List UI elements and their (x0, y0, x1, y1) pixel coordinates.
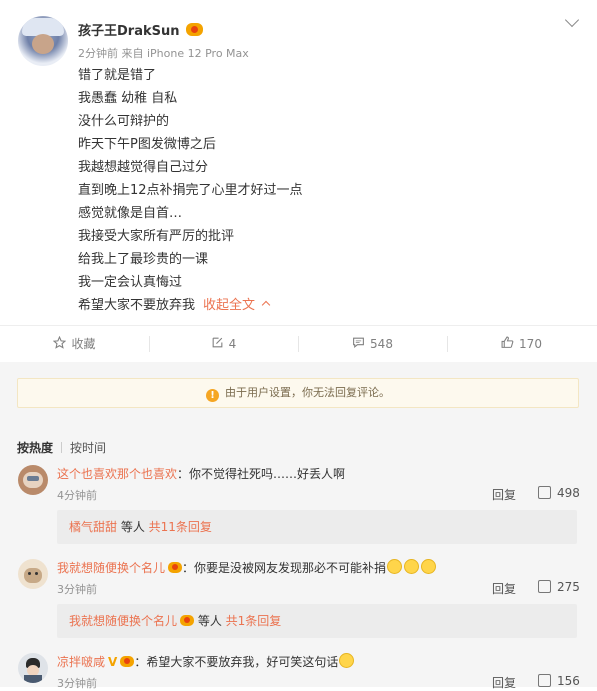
like-count: 170 (519, 337, 542, 351)
reply-button[interactable]: 回复 (492, 580, 516, 597)
like-button[interactable]: 170 (447, 326, 596, 362)
thumbs-up-icon (538, 674, 551, 687)
notice-text: 由于用户设置，你无法回复评论。 (225, 386, 390, 399)
warning-icon: ! (206, 389, 219, 402)
comment-text: 凉拌啵咸 V ：希望大家不要放弃我，好可笑这句话 (57, 653, 355, 670)
post-line-text: 希望大家不要放弃我 (78, 298, 196, 313)
commenter-name[interactable]: 这个也喜欢那个也喜欢 (57, 467, 177, 481)
comment-time: 3分钟前 (57, 677, 97, 690)
sort-by-time-tab[interactable]: 按时间 (70, 441, 106, 455)
reply-button[interactable]: 回复 (492, 486, 516, 503)
collapse-full-text-link[interactable]: 收起全文 (203, 298, 255, 313)
post-content: 错了就是错了 我愚蠢 幼稚 自私 没什么可辩护的 昨天下午P图发微博之后 我越想… (78, 64, 303, 317)
comment-sort-tabs: 按热度 按时间 (17, 439, 106, 456)
favorite-label: 收藏 (71, 337, 96, 351)
sub-replies-summary[interactable]: 我就想随便换个名儿 等人 共1条回复 (57, 604, 577, 638)
post-line: 感觉就像是自首… (78, 206, 183, 221)
weibo-post: 孩子王DrakSun 2分钟前 来自 iPhone 12 Pro Max 错了就… (0, 0, 597, 325)
post-action-bar: 收藏 4 548 170 (0, 325, 597, 363)
post-line: 错了就是错了 (78, 68, 157, 83)
post-meta: 2分钟前 来自 iPhone 12 Pro Max (78, 47, 249, 60)
chevron-up-icon[interactable] (261, 300, 271, 310)
post-line: 给我上了最珍贵的一课 (78, 252, 209, 267)
commenter-avatar[interactable] (18, 559, 48, 589)
vip-badge-icon (180, 615, 195, 626)
comment-body: ：希望大家不要放弃我，好可笑这句话 (134, 655, 339, 669)
repost-icon (211, 327, 223, 348)
sub-reply-user[interactable]: 我就想随便换个名儿 (69, 614, 177, 628)
sub-reply-count[interactable]: 共1条回复 (226, 614, 282, 628)
crying-emoji-icon (387, 559, 403, 574)
sort-by-hot-tab[interactable]: 按热度 (17, 441, 53, 455)
post-line: 我越想越觉得自己过分 (78, 160, 209, 175)
sub-reply-mid: 等人 (194, 614, 226, 628)
post-username[interactable]: 孩子王DrakSun (78, 20, 203, 39)
star-icon (53, 327, 67, 349)
comment-body: ：你不觉得社死吗……好丢人啊 (177, 467, 346, 481)
commenter-avatar[interactable] (18, 465, 48, 495)
thumbs-up-icon (538, 486, 551, 499)
post-line: 直到晚上12点补捐完了心里才好过一点 (78, 183, 303, 198)
comment-time: 4分钟前 (57, 489, 97, 502)
smirk-emoji-icon (339, 653, 355, 668)
vip-badge-icon (120, 656, 135, 667)
commenter-name[interactable]: 我就想随便换个名儿 (57, 561, 165, 575)
comment-time: 3分钟前 (57, 583, 97, 596)
reply-disabled-notice: ! 由于用户设置，你无法回复评论。 (17, 378, 579, 408)
thumbs-up-icon (538, 580, 551, 593)
repost-button[interactable]: 4 (149, 326, 298, 362)
comment-like-button[interactable]: 275 (538, 580, 580, 594)
verified-v-icon: V (108, 655, 118, 669)
vip-badge-icon (185, 23, 203, 36)
post-line: 昨天下午P图发微博之后 (78, 137, 216, 152)
sub-reply-user[interactable]: 橘气甜甜 (69, 520, 117, 534)
post-line: 没什么可辩护的 (78, 114, 170, 129)
thumbs-up-icon (501, 327, 514, 348)
favorite-button[interactable]: 收藏 (0, 326, 149, 362)
comment-count: 548 (370, 337, 393, 351)
comments-section: ! 由于用户设置，你无法回复评论。 按热度 按时间 这个也喜欢那个也喜欢：你不觉得社… (0, 362, 597, 690)
crying-emoji-icon (421, 559, 437, 574)
commenter-name[interactable]: 凉拌啵咸 (57, 655, 105, 669)
post-line-last: 希望大家不要放弃我 收起全文 (78, 294, 303, 317)
comment-like-count: 275 (557, 580, 580, 594)
more-options-chevron-icon[interactable] (564, 12, 580, 28)
post-line: 我接受大家所有严厉的批评 (78, 229, 235, 244)
comment-icon (352, 327, 364, 348)
vip-badge-icon (168, 562, 183, 573)
crying-emoji-icon (404, 559, 420, 574)
comment-like-count: 156 (557, 674, 580, 688)
sub-reply-count[interactable]: 共11条回复 (149, 520, 212, 534)
comment-text: 这个也喜欢那个也喜欢：你不觉得社死吗……好丢人啊 (57, 465, 345, 482)
user-avatar[interactable] (18, 16, 68, 66)
comment-like-count: 498 (557, 486, 580, 500)
comment-text: 我就想随便换个名儿 ：你要是没被网友发现那必不可能补捐 (57, 559, 437, 576)
sub-replies-summary[interactable]: 橘气甜甜 等人 共11条回复 (57, 510, 577, 544)
sub-reply-mid: 等人 (117, 520, 149, 534)
comment-button[interactable]: 548 (298, 326, 447, 362)
post-line: 我愚蠢 幼稚 自私 (78, 91, 178, 106)
comment-like-button[interactable]: 498 (538, 486, 580, 500)
repost-count: 4 (228, 337, 237, 351)
username-text[interactable]: 孩子王DrakSun (78, 24, 180, 39)
comment-body: ：你要是没被网友发现那必不可能补捐 (182, 561, 387, 575)
reply-button[interactable]: 回复 (492, 674, 516, 691)
post-line: 我一定会认真悔过 (78, 275, 183, 290)
commenter-avatar[interactable] (18, 653, 48, 683)
comment-like-button[interactable]: 156 (538, 674, 580, 688)
